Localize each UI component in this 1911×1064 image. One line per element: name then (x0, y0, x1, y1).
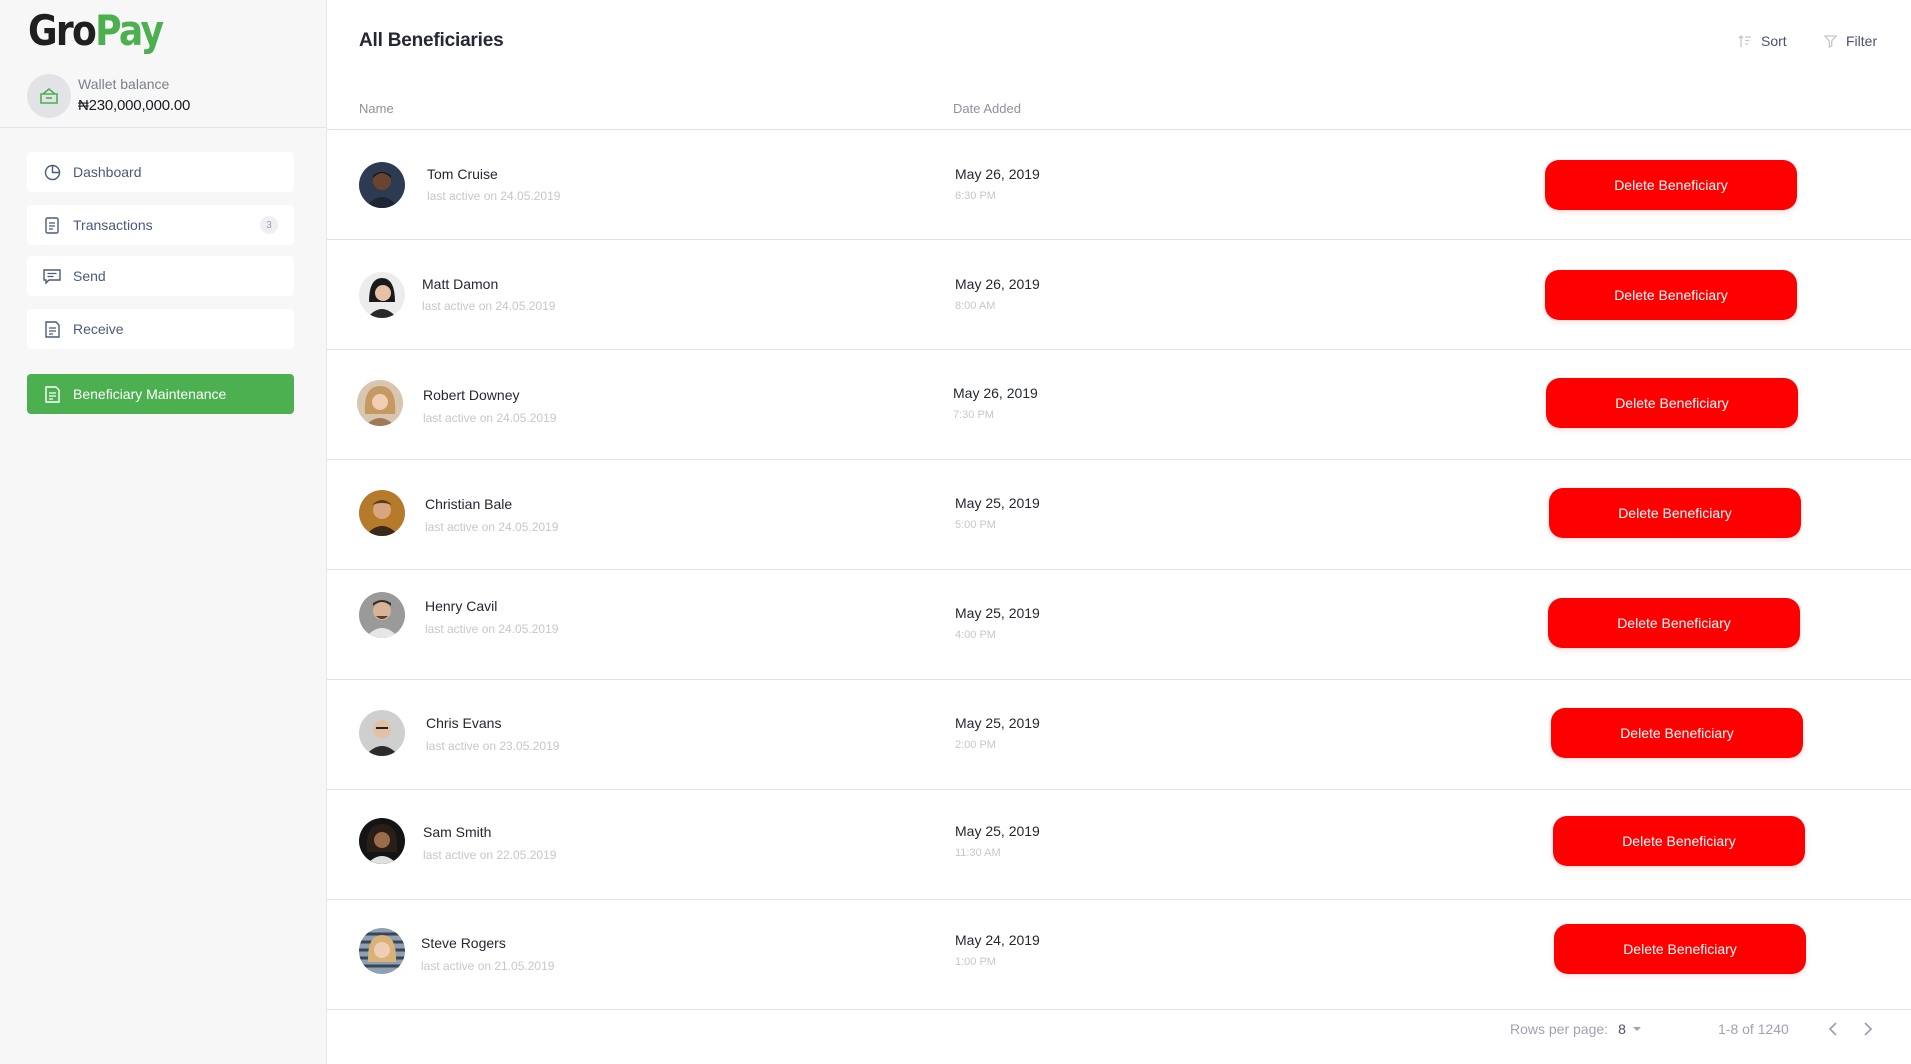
beneficiary-name: Matt Damon (422, 276, 499, 292)
beneficiary-name: Tom Cruise (427, 166, 498, 182)
sort-label: Sort (1761, 33, 1787, 49)
avatar (359, 710, 405, 756)
avatar (359, 272, 405, 318)
wallet-balance: Wallet balance ₦230,000,000.00 (0, 66, 327, 128)
delete-beneficiary-button[interactable]: Delete Beneficiary (1548, 598, 1800, 648)
delete-beneficiary-button[interactable]: Delete Beneficiary (1549, 488, 1801, 538)
next-page-button[interactable] (1857, 1018, 1879, 1040)
beneficiary-name: Robert Downey (423, 387, 520, 403)
table-row: Christian Bale last active on 24.05.2019… (327, 460, 1911, 570)
sidebar: GroPay Wallet balance ₦230,000,000.00 Da… (0, 0, 327, 1064)
beneficiary-last-active: last active on 23.05.2019 (426, 739, 560, 753)
beneficiary-last-active: last active on 21.05.2019 (421, 959, 555, 973)
date-added: May 26, 2019 (955, 276, 1040, 292)
nav-item-label: Transactions (73, 217, 153, 233)
previous-page-button[interactable] (1822, 1018, 1844, 1040)
date-added: May 25, 2019 (955, 495, 1040, 511)
date-added: May 25, 2019 (955, 605, 1040, 621)
time-added: 4:00 PM (955, 629, 996, 641)
date-added: May 26, 2019 (955, 166, 1040, 182)
delete-beneficiary-button[interactable]: Delete Beneficiary (1546, 378, 1798, 428)
table-row: Tom Cruise last active on 24.05.2019 May… (327, 130, 1911, 240)
date-added: May 26, 2019 (953, 385, 1038, 401)
document-icon (43, 216, 61, 234)
filter-icon (1824, 34, 1837, 48)
beneficiary-last-active: last active on 24.05.2019 (425, 520, 559, 534)
time-added: 11:30 AM (955, 847, 1001, 859)
delete-beneficiary-button[interactable]: Delete Beneficiary (1551, 708, 1803, 758)
nav-item-label: Dashboard (73, 164, 142, 180)
nav-item-receive[interactable]: Receive (27, 309, 294, 349)
table-row: Sam Smith last active on 22.05.2019 May … (327, 790, 1911, 900)
filter-label: Filter (1846, 33, 1878, 49)
beneficiary-name: Henry Cavil (425, 598, 498, 614)
table-row: Matt Damon last active on 24.05.2019 May… (327, 240, 1911, 350)
rows-per-page: Rows per page: 8 (1510, 1021, 1642, 1037)
table-row: Steve Rogers last active on 21.05.2019 M… (327, 900, 1911, 1010)
caret-down-icon (1632, 1027, 1641, 1031)
page-title: All Beneficiaries (359, 30, 504, 51)
beneficiary-name: Steve Rogers (421, 935, 506, 951)
column-header-name[interactable]: Name (359, 101, 394, 116)
sort-button[interactable]: Sort (1738, 33, 1787, 49)
nav-item-label: Send (73, 268, 106, 284)
delete-beneficiary-button[interactable]: Delete Beneficiary (1545, 270, 1797, 320)
date-added: May 25, 2019 (955, 715, 1040, 731)
table-row: Chris Evans last active on 23.05.2019 Ma… (327, 680, 1911, 790)
time-added: 5:00 PM (955, 519, 996, 531)
rows-per-page-value: 8 (1618, 1021, 1626, 1037)
delete-beneficiary-button[interactable]: Delete Beneficiary (1553, 816, 1805, 866)
pie-chart-icon (43, 163, 61, 181)
beneficiary-name: Christian Bale (425, 496, 513, 512)
delete-beneficiary-button[interactable]: Delete Beneficiary (1545, 160, 1797, 210)
chevron-left-icon (1828, 1022, 1837, 1036)
avatar (359, 818, 405, 864)
receipt-icon (43, 320, 61, 338)
transactions-count-badge: 3 (260, 216, 278, 234)
delete-beneficiary-button[interactable]: Delete Beneficiary (1554, 924, 1806, 974)
beneficiary-last-active: last active on 24.05.2019 (422, 299, 556, 313)
time-added: 6:30 PM (955, 190, 996, 202)
wallet-icon (27, 74, 71, 118)
beneficiary-name: Chris Evans (426, 715, 502, 731)
time-added: 8:00 AM (955, 300, 996, 312)
avatar (359, 490, 405, 536)
wallet-balance-label: Wallet balance (78, 76, 170, 92)
rows-per-page-select[interactable]: 8 (1618, 1021, 1642, 1037)
time-added: 1:00 PM (955, 956, 996, 968)
nav-item-label: Receive (73, 321, 124, 337)
beneficiary-name: Sam Smith (423, 824, 492, 840)
time-added: 2:00 PM (955, 739, 996, 751)
nav-item-dashboard[interactable]: Dashboard (27, 152, 294, 192)
nav-item-send[interactable]: Send (27, 256, 294, 296)
avatar (359, 162, 405, 208)
main-content: All Beneficiaries Sort Filter Name Date … (327, 0, 1911, 1064)
beneficiary-last-active: last active on 22.05.2019 (423, 848, 557, 862)
avatar (357, 380, 403, 426)
table-row: Henry Cavil last active on 24.05.2019 Ma… (327, 570, 1911, 680)
nav-item-label: Beneficiary Maintenance (73, 386, 227, 402)
nav-item-beneficiary-maintenance[interactable]: Beneficiary Maintenance (27, 374, 294, 414)
beneficiary-last-active: last active on 24.05.2019 (427, 189, 561, 203)
sort-icon (1738, 34, 1751, 47)
date-added: May 24, 2019 (955, 932, 1040, 948)
wallet-balance-value: ₦230,000,000.00 (78, 97, 191, 114)
beneficiary-last-active: last active on 24.05.2019 (425, 622, 559, 636)
nav-item-transactions[interactable]: Transactions 3 (27, 205, 294, 245)
pagination-range: 1-8 of 1240 (1718, 1021, 1789, 1037)
message-icon (43, 267, 61, 285)
table-row: Robert Downey last active on 24.05.2019 … (327, 350, 1911, 460)
rows-per-page-label: Rows per page: (1510, 1021, 1609, 1037)
date-added: May 25, 2019 (955, 823, 1040, 839)
chevron-right-icon (1864, 1022, 1873, 1036)
time-added: 7:30 PM (953, 409, 994, 421)
beneficiary-last-active: last active on 24.05.2019 (423, 411, 557, 425)
avatar (359, 928, 405, 974)
gropay-logo[interactable]: GroPay (28, 6, 164, 55)
filter-button[interactable]: Filter (1824, 33, 1877, 49)
avatar (359, 592, 405, 638)
column-header-date-added[interactable]: Date Added (953, 101, 1021, 116)
receipt-icon (43, 385, 61, 403)
